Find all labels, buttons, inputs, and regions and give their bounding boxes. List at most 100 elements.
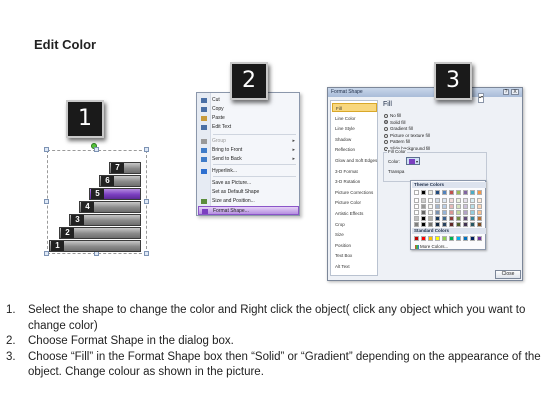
theme-color-swatch[interactable] <box>421 210 426 215</box>
close-button[interactable]: Close <box>495 270 521 279</box>
theme-color-swatch[interactable] <box>477 198 482 203</box>
resize-handle[interactable] <box>144 147 149 152</box>
context-menu-item[interactable]: Paste <box>198 114 299 123</box>
theme-color-swatch[interactable] <box>442 210 447 215</box>
dialog-nav-item[interactable]: Picture Corrections <box>332 188 377 197</box>
theme-color-swatch[interactable] <box>463 190 468 195</box>
theme-color-swatch[interactable] <box>477 222 482 227</box>
theme-color-swatch[interactable] <box>456 190 461 195</box>
more-colors-link[interactable]: More Colors... <box>415 244 448 249</box>
theme-color-swatch[interactable] <box>435 198 440 203</box>
theme-color-swatch[interactable] <box>463 216 468 221</box>
staircase-shape[interactable]: 1 2 3 4 5 6 7 <box>44 143 149 256</box>
theme-color-swatch[interactable] <box>477 210 482 215</box>
theme-color-swatch[interactable] <box>428 198 433 203</box>
standard-color-swatch[interactable] <box>463 236 468 241</box>
context-menu-item[interactable]: Copy <box>198 105 299 114</box>
theme-color-swatch[interactable] <box>449 210 454 215</box>
theme-color-swatch[interactable] <box>414 216 419 221</box>
dialog-nav-item[interactable]: Line Color <box>332 114 377 123</box>
theme-color-swatch[interactable] <box>449 190 454 195</box>
theme-color-swatch[interactable] <box>477 190 482 195</box>
theme-color-swatch[interactable] <box>421 204 426 209</box>
dialog-nav-item[interactable]: Picture Color <box>332 198 377 207</box>
dialog-nav-item[interactable]: Crop <box>332 220 377 229</box>
stair-step[interactable]: 5 <box>89 188 141 200</box>
resize-handle[interactable] <box>144 199 149 204</box>
standard-color-swatch[interactable] <box>449 236 454 241</box>
theme-color-swatch[interactable] <box>421 198 426 203</box>
theme-color-swatch[interactable] <box>442 216 447 221</box>
standard-color-swatch[interactable] <box>442 236 447 241</box>
stair-step[interactable]: 1 <box>49 240 141 252</box>
context-menu-item[interactable]: Bring to Front ▸ <box>198 146 299 155</box>
context-menu-item[interactable]: Size and Position... <box>198 197 299 206</box>
theme-color-swatch[interactable] <box>442 222 447 227</box>
help-button[interactable]: ? <box>503 89 509 95</box>
standard-color-swatch[interactable] <box>428 236 433 241</box>
theme-color-swatch[interactable] <box>428 210 433 215</box>
dialog-nav-item[interactable]: Shadow <box>332 135 377 144</box>
theme-color-swatch[interactable] <box>477 216 482 221</box>
theme-color-swatch[interactable] <box>470 204 475 209</box>
theme-color-swatch[interactable] <box>435 190 440 195</box>
dialog-title-bar[interactable]: Format Shape <box>328 88 522 97</box>
dialog-nav-item[interactable]: Artistic Effects <box>332 209 377 218</box>
color-picker-button[interactable]: ▾ <box>406 157 420 165</box>
stair-step[interactable]: 3 <box>69 214 141 226</box>
dialog-nav-item[interactable]: 3-D Format <box>332 167 377 176</box>
stair-step[interactable]: 6 <box>99 175 141 187</box>
context-menu-item[interactable]: Set as Default Shape <box>198 188 299 197</box>
stair-step[interactable]: 7 <box>109 162 141 174</box>
dialog-nav-item[interactable]: Text Box <box>332 251 377 260</box>
dialog-nav-item[interactable]: Alt Text <box>332 262 377 271</box>
dialog-nav-item[interactable]: Fill <box>332 103 377 112</box>
theme-color-swatch[interactable] <box>414 198 419 203</box>
theme-color-swatch[interactable] <box>435 210 440 215</box>
theme-color-swatch[interactable] <box>414 210 419 215</box>
theme-color-swatch[interactable] <box>456 222 461 227</box>
dialog-nav-item[interactable]: Line Style <box>332 124 377 133</box>
theme-color-swatch[interactable] <box>456 198 461 203</box>
theme-color-swatch[interactable] <box>442 198 447 203</box>
dialog-nav-item[interactable]: Glow and Soft Edges <box>332 156 377 165</box>
context-menu-item[interactable]: Format Shape... <box>198 206 299 215</box>
standard-color-swatch[interactable] <box>435 236 440 241</box>
standard-color-swatch[interactable] <box>421 236 426 241</box>
theme-color-swatch[interactable] <box>463 204 468 209</box>
context-menu-item[interactable]: Group ▸ <box>198 137 299 146</box>
theme-color-swatch[interactable] <box>428 216 433 221</box>
theme-color-swatch[interactable] <box>414 190 419 195</box>
dialog-nav-item[interactable]: Reflection <box>332 145 377 154</box>
resize-handle[interactable] <box>144 251 149 256</box>
standard-color-swatch[interactable] <box>414 236 419 241</box>
resize-handle[interactable] <box>44 147 49 152</box>
theme-color-swatch[interactable] <box>449 198 454 203</box>
standard-color-swatch[interactable] <box>477 236 482 241</box>
theme-color-swatch[interactable] <box>449 204 454 209</box>
theme-color-swatch[interactable] <box>449 216 454 221</box>
theme-color-swatch[interactable] <box>428 204 433 209</box>
context-menu-item[interactable]: Send to Back ▸ <box>198 155 299 164</box>
theme-color-swatch[interactable] <box>442 204 447 209</box>
theme-color-swatch[interactable] <box>477 204 482 209</box>
theme-color-swatch[interactable] <box>435 204 440 209</box>
resize-handle[interactable] <box>44 199 49 204</box>
theme-color-swatch[interactable] <box>421 216 426 221</box>
context-menu-item[interactable]: Save as Picture... <box>198 179 299 188</box>
theme-color-swatch[interactable] <box>470 216 475 221</box>
transparency-spinner[interactable]: ▴▾ <box>478 93 484 103</box>
theme-color-swatch[interactable] <box>456 210 461 215</box>
theme-color-swatch[interactable] <box>470 210 475 215</box>
theme-color-swatch[interactable] <box>421 190 426 195</box>
theme-color-swatch[interactable] <box>470 198 475 203</box>
stair-step[interactable]: 2 <box>59 227 141 239</box>
theme-color-swatch[interactable] <box>435 216 440 221</box>
stair-step[interactable]: 4 <box>79 201 141 213</box>
dialog-nav-item[interactable]: 3-D Rotation <box>332 177 377 186</box>
theme-color-swatch[interactable] <box>414 222 419 227</box>
dialog-nav-item[interactable]: Size <box>332 230 377 239</box>
theme-color-swatch[interactable] <box>442 190 447 195</box>
theme-color-swatch[interactable] <box>463 210 468 215</box>
standard-color-swatch[interactable] <box>470 236 475 241</box>
